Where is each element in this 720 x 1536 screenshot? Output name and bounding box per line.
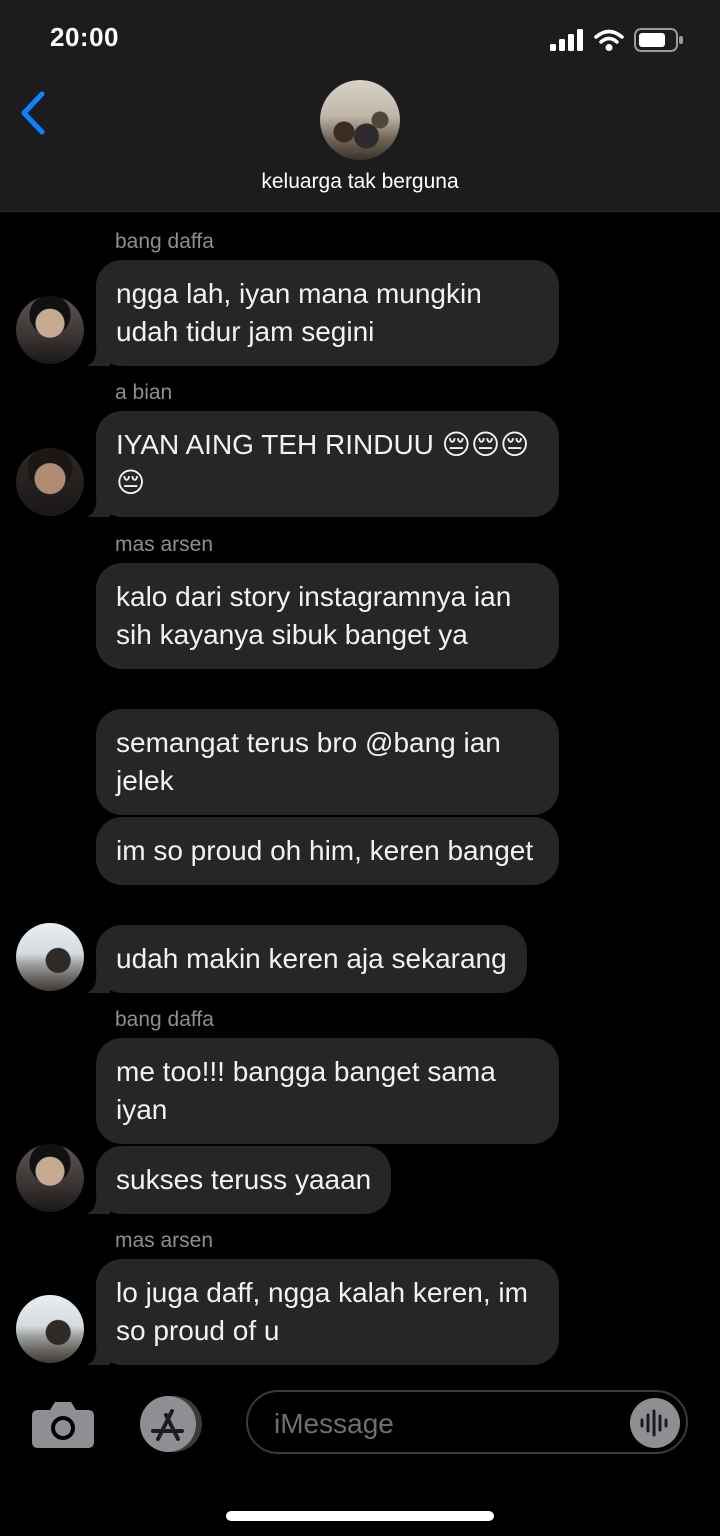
bubble-tail xyxy=(86,1343,110,1365)
message-text: udah makin keren aja sekarang xyxy=(116,943,507,974)
sender-name: bang daffa xyxy=(115,1008,214,1031)
avatar-bang-daffa[interactable] xyxy=(16,296,84,364)
sender-name: a bian xyxy=(115,381,173,404)
group-avatar[interactable] xyxy=(320,80,400,160)
sender-name: bang daffa xyxy=(115,230,214,253)
bubble-tail xyxy=(86,344,110,366)
message-bubble[interactable]: udah makin keren aja sekarang xyxy=(86,925,527,993)
battery-icon xyxy=(634,28,683,52)
message-bubble[interactable]: ngga lah, iyan mana mungkin udah tidur j… xyxy=(86,260,559,366)
wifi-icon xyxy=(594,29,624,51)
message-text: lo juga daff, ngga kalah keren, im so pr… xyxy=(116,1277,528,1346)
signal-icon xyxy=(550,29,583,51)
message-text: im so proud oh him, keren banget xyxy=(116,835,534,866)
sender-name: mas arsen xyxy=(115,533,214,556)
status-icons xyxy=(550,28,684,52)
message-bubble[interactable]: im so proud oh him, keren banget xyxy=(96,817,559,885)
message-text: me too!!! bangga banget sama iyan xyxy=(116,1056,496,1125)
message-text: sukses teruss yaaan xyxy=(116,1164,372,1195)
message-bubble[interactable]: semangat terus bro @bang ian jelek xyxy=(96,709,559,815)
bubble-tail xyxy=(86,495,110,517)
avatar-a-bian[interactable] xyxy=(16,448,84,516)
bubble-tail xyxy=(86,1192,110,1214)
message-input-placeholder: iMessage xyxy=(274,1408,394,1439)
avatar-mas-arsen[interactable] xyxy=(16,923,84,991)
audio-waveform-icon xyxy=(640,1409,668,1437)
message-text: IYAN AING TEH RINDUU 😔😔😔😔 xyxy=(116,429,530,498)
bubble-tail xyxy=(86,971,110,993)
message-text: semangat terus bro @bang ian jelek xyxy=(116,727,501,796)
sender-name: mas arsen xyxy=(115,1229,214,1252)
audio-record-button[interactable] xyxy=(630,1398,680,1448)
message-bubble[interactable]: kalo dari story instagramnya ian sih kay… xyxy=(96,563,559,669)
status-time: 20:00 xyxy=(50,22,119,52)
message-input[interactable]: iMessage xyxy=(246,1390,688,1454)
message-bubble[interactable]: me too!!! bangga banget sama iyan xyxy=(96,1038,559,1144)
appstore-icon[interactable] xyxy=(136,1395,208,1453)
message-text: kalo dari story instagramnya ian sih kay… xyxy=(116,581,512,650)
message-bubble[interactable]: IYAN AING TEH RINDUU 😔😔😔😔 xyxy=(86,411,559,517)
avatar-bang-daffa[interactable] xyxy=(16,1144,84,1212)
camera-icon[interactable] xyxy=(32,1400,94,1448)
home-indicator[interactable] xyxy=(226,1511,494,1521)
message-bubble[interactable]: lo juga daff, ngga kalah keren, im so pr… xyxy=(86,1259,559,1365)
chevron-left-icon[interactable] xyxy=(14,88,50,138)
message-bubble[interactable]: sukses teruss yaaan xyxy=(86,1146,392,1214)
message-text: ngga lah, iyan mana mungkin udah tidur j… xyxy=(116,278,482,347)
chat-title[interactable]: keluarga tak berguna xyxy=(0,170,720,194)
avatar-mas-arsen[interactable] xyxy=(16,1295,84,1363)
